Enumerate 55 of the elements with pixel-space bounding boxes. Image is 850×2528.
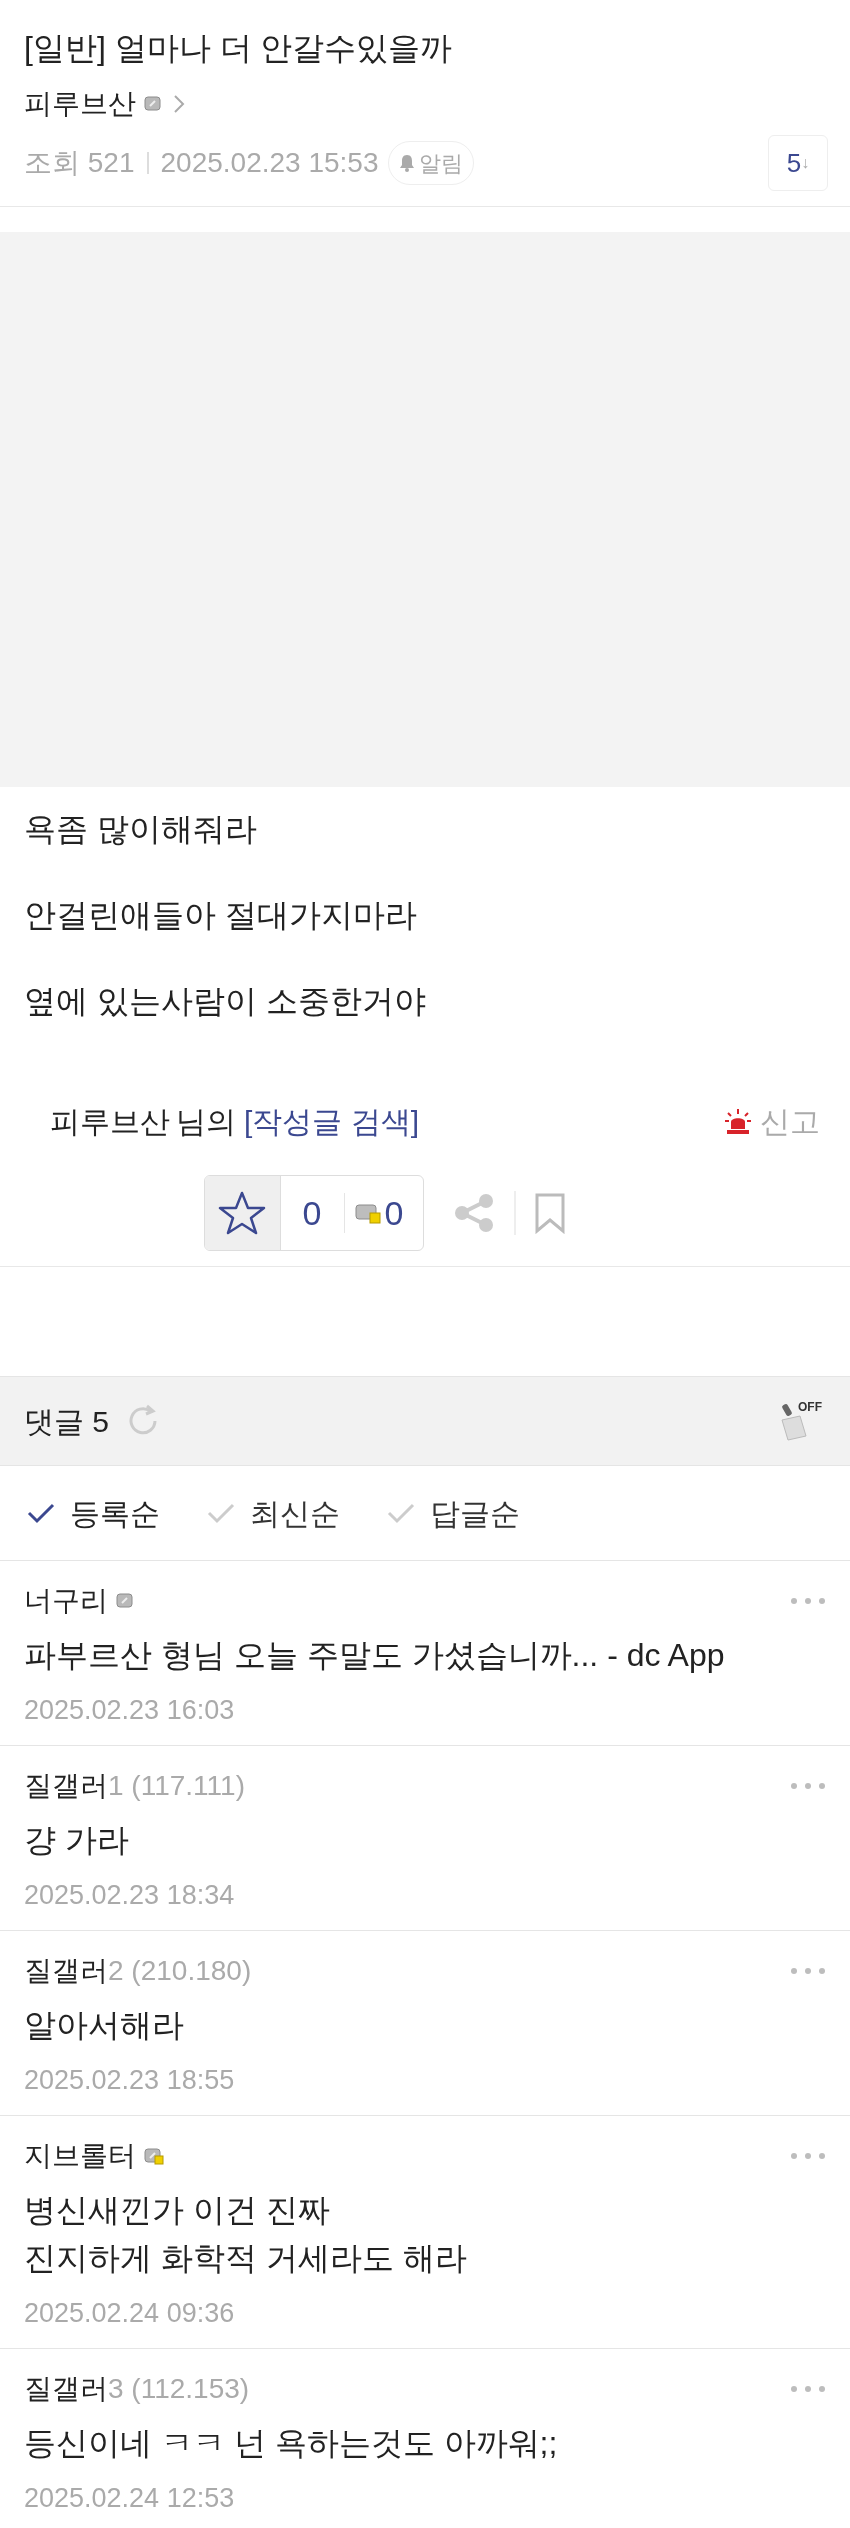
more-icon[interactable] [790,1967,826,1975]
fixed-recommend-count: 0 [383,1192,405,1234]
search-posts-link[interactable]: [작성글 검색] [244,1098,419,1144]
post-date: 2025.02.23 15:53 [160,146,379,180]
commenter-name[interactable]: 질갤러 [24,1765,108,1807]
commenter-ip: 3 (112.153) [108,2372,250,2406]
comment-count: 댓글 5 [24,1403,110,1440]
post-title: [일반] 얼마나 더 안갈수있을까 [24,29,454,68]
member-icon [116,1592,136,1610]
recommend-count: 0 [301,1192,323,1234]
commenter-name[interactable]: 너구리 [24,1580,108,1622]
star-button[interactable] [204,1176,281,1250]
comment-date: 2025.02.23 16:03 [24,1694,236,1727]
body-text: 욕좀 많이해줘라 [24,810,258,849]
check-icon [386,1501,416,1525]
more-icon[interactable] [790,2385,826,2393]
bookmark-icon[interactable] [534,1192,567,1234]
member-icon [354,1202,381,1224]
siren-icon [724,1107,752,1135]
body-text: 옆에 있는사람이 소중한거야 [24,982,427,1021]
commenter-name[interactable]: 질갤러 [24,1950,108,1992]
comment-filter-toggle[interactable]: OFF [778,1398,822,1444]
view-count: 조회 521 [24,146,135,180]
sort-option[interactable]: 최신순 [206,1490,340,1536]
comment-jump-button[interactable]: 5↓ [768,135,828,191]
chevron-right-icon[interactable] [172,93,186,115]
author-name[interactable]: 피루브산 [24,83,136,125]
more-icon[interactable] [790,1597,826,1605]
comment-date: 2025.02.24 09:36 [24,2297,236,2330]
check-icon [26,1501,56,1525]
commenter-ip: 2 (210.180) [108,1954,252,1988]
comment-text: 걍 가라 [24,1821,130,1860]
star-icon [218,1190,267,1236]
check-icon [206,1501,236,1525]
member-icon [144,2147,164,2165]
commenter-name[interactable]: 질갤러 [24,2368,108,2410]
comment-text: 파부르산 형님 오늘 주말도 가셨습니까... - dc App [24,1636,726,1675]
comment-text: 병신새낀가 이건 진짜 [24,2191,331,2230]
member-icon [144,95,164,113]
sort-option[interactable]: 답글순 [386,1490,520,1536]
comment-text: 알아서해라 [24,2006,185,2045]
commenter-name[interactable]: 지브롤터 [24,2135,136,2177]
body-text: 안걸린애들아 절대가지마라 [24,896,418,935]
bell-icon [399,154,416,172]
comment-text: 진지하게 화학적 거세라도 해라 [24,2239,468,2278]
author-suffix: 님의 [176,1103,236,1140]
comment-text: 등신이네 ㅋㅋ 넌 욕하는것도 아까워;; [24,2424,559,2463]
more-icon[interactable] [790,1782,826,1790]
more-icon[interactable] [790,2152,826,2160]
author-name: 피루브산 [50,1103,170,1140]
commenter-ip: 1 (117.111) [108,1769,245,1803]
comment-date: 2025.02.24 12:53 [24,2482,236,2515]
comment-date: 2025.02.23 18:34 [24,1879,236,1912]
comment-date: 2025.02.23 18:55 [24,2064,236,2097]
sort-option[interactable]: 등록순 [26,1490,160,1536]
